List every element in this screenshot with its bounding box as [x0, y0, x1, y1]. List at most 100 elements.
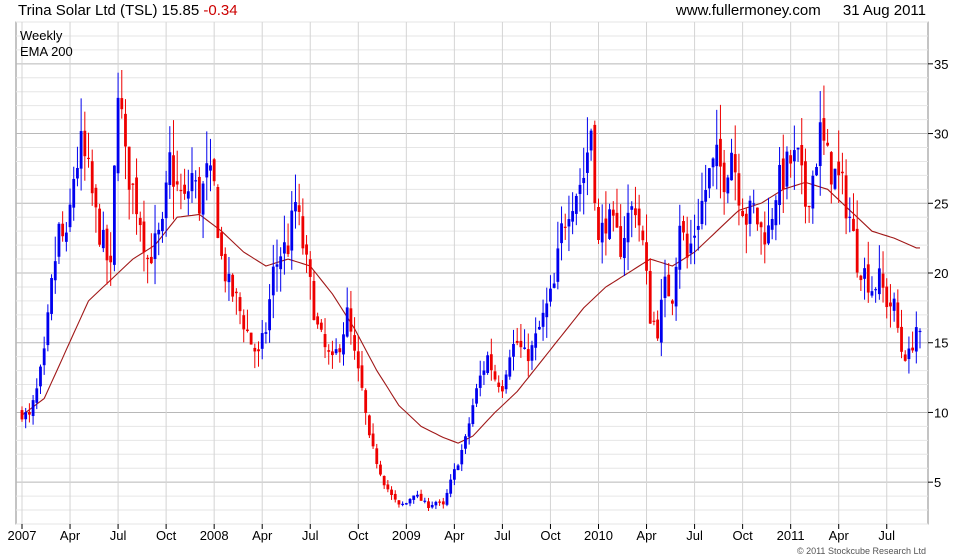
- candle-up: [68, 204, 72, 228]
- candle-up: [907, 348, 911, 360]
- candle-up: [79, 131, 83, 169]
- candle-down: [497, 382, 501, 387]
- candle-down: [427, 501, 430, 509]
- candle-down: [641, 230, 645, 241]
- candle-down: [826, 142, 830, 146]
- x-tick-label: Oct: [348, 528, 369, 543]
- candle-down: [393, 493, 397, 500]
- candle-up: [792, 150, 796, 162]
- candle-up: [434, 501, 438, 506]
- candle-up: [704, 190, 708, 202]
- candle-down: [800, 145, 804, 166]
- candle-up: [279, 256, 283, 270]
- candle-down: [27, 411, 31, 415]
- candle-up: [752, 203, 756, 205]
- candle-down: [301, 216, 305, 249]
- x-tick-label: Jul: [686, 528, 703, 543]
- candle-up: [486, 355, 490, 373]
- candle-down: [789, 155, 793, 164]
- candle-down: [172, 155, 175, 187]
- candle-up: [456, 465, 460, 471]
- candle-up: [523, 347, 526, 349]
- candle-up: [46, 312, 50, 346]
- candle-down: [733, 154, 737, 173]
- candle-down: [419, 493, 423, 501]
- x-tick-label: Apr: [636, 528, 657, 543]
- candle-up: [430, 504, 434, 508]
- candle-down: [911, 347, 915, 351]
- candle-down: [881, 273, 885, 288]
- candle-down: [105, 228, 109, 261]
- candle-up: [452, 469, 456, 480]
- candle-down: [246, 329, 249, 332]
- x-tick-label: Oct: [156, 528, 177, 543]
- candle-down: [903, 354, 907, 361]
- candle-up: [770, 218, 774, 230]
- candle-down: [685, 233, 689, 258]
- candle-down: [382, 475, 386, 486]
- candle-down: [297, 205, 301, 212]
- candle-up: [848, 216, 852, 218]
- candle-up: [678, 225, 682, 270]
- candle-down: [138, 217, 142, 226]
- candle-up: [778, 164, 781, 206]
- candle-down: [397, 500, 401, 505]
- candle-down: [648, 271, 652, 324]
- candle-down: [356, 351, 360, 369]
- candle-down: [316, 316, 320, 325]
- candle-down: [852, 218, 855, 232]
- legend-ema: EMA 200: [20, 44, 73, 59]
- candle-down: [375, 448, 379, 464]
- candle-down: [637, 208, 641, 226]
- candle-down: [353, 335, 356, 351]
- candle-down: [349, 308, 353, 332]
- candle-down: [327, 350, 331, 352]
- x-tick-label: Apr: [252, 528, 273, 543]
- candle-down: [682, 221, 685, 233]
- x-tick-label: 2009: [392, 528, 421, 543]
- x-axis: 2007 Apr Jul Oct 2008 Apr Jul Oct 2009 Apr Jul Oct 2…: [8, 524, 895, 543]
- candle-up: [35, 388, 39, 403]
- candle-up: [464, 436, 467, 449]
- candle-down: [763, 232, 767, 245]
- candle-up: [112, 165, 116, 265]
- candle-down: [645, 242, 648, 271]
- y-tick-label: 30: [934, 127, 948, 142]
- candle-up: [404, 503, 408, 505]
- candle-down: [149, 256, 153, 264]
- candle-down: [308, 259, 312, 277]
- candle-down: [379, 464, 382, 475]
- candle-down: [615, 212, 619, 228]
- candle-up: [630, 206, 634, 210]
- candle-down: [604, 218, 608, 234]
- candle-up: [471, 405, 475, 425]
- x-tick-label: Apr: [444, 528, 465, 543]
- candle-up: [342, 334, 345, 355]
- candle-down: [526, 349, 530, 362]
- candle-up: [600, 222, 604, 243]
- candle-up: [504, 374, 508, 390]
- candle-down: [889, 302, 892, 307]
- x-tick-label: Jul: [878, 528, 895, 543]
- candle-up: [711, 158, 715, 168]
- candle-up: [275, 264, 279, 267]
- candle-up: [914, 327, 918, 352]
- candle-down: [840, 171, 844, 174]
- candle-down: [597, 206, 600, 241]
- candle-down: [386, 484, 390, 490]
- y-tick-label: 25: [934, 196, 948, 211]
- x-tick-label: 2007: [8, 528, 37, 543]
- candle-up: [201, 183, 205, 215]
- candle-up: [190, 173, 194, 192]
- candle-up: [556, 248, 560, 282]
- candle-up: [512, 343, 515, 357]
- candle-up: [696, 225, 700, 230]
- x-tick-label: 2008: [200, 528, 229, 543]
- x-tick-label: Jul: [494, 528, 511, 543]
- candle-down: [312, 280, 316, 321]
- candle-down: [667, 274, 671, 297]
- candle-up: [715, 144, 719, 167]
- x-tick-label: Oct: [733, 528, 754, 543]
- candle-up: [401, 503, 405, 505]
- candle-up: [622, 237, 626, 259]
